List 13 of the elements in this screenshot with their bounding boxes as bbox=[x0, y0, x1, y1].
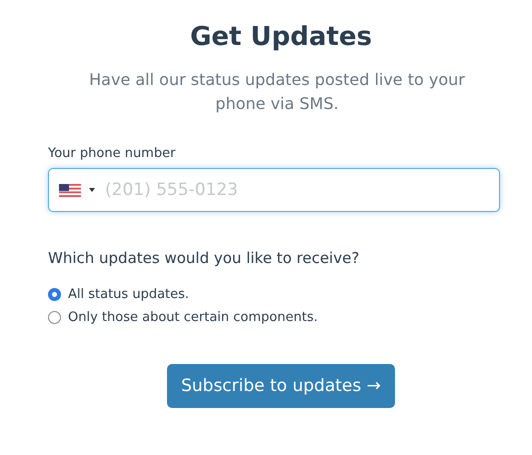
phone-field[interactable]: (201) 555-0123 bbox=[48, 168, 500, 212]
question: Which updates would you like to receive? bbox=[48, 249, 360, 267]
page-title: Get Updates bbox=[189, 22, 373, 52]
radio-option[interactable]: Only those about certain components. bbox=[48, 310, 500, 325]
radio-icon[interactable] bbox=[48, 288, 61, 301]
subscribe-button[interactable]: Subscribe to updates → bbox=[167, 364, 395, 408]
radio-icon[interactable] bbox=[48, 311, 61, 324]
caret-icon[interactable] bbox=[89, 188, 95, 192]
phone-input[interactable]: (201) 555-0123 bbox=[103, 179, 489, 201]
field-label: Your phone number bbox=[48, 146, 176, 161]
radio-option[interactable]: All status updates. bbox=[48, 287, 500, 302]
flag-icon[interactable] bbox=[59, 184, 81, 196]
subtitle: Have all our status updates posted live to your phone via SMS. bbox=[88, 69, 466, 115]
